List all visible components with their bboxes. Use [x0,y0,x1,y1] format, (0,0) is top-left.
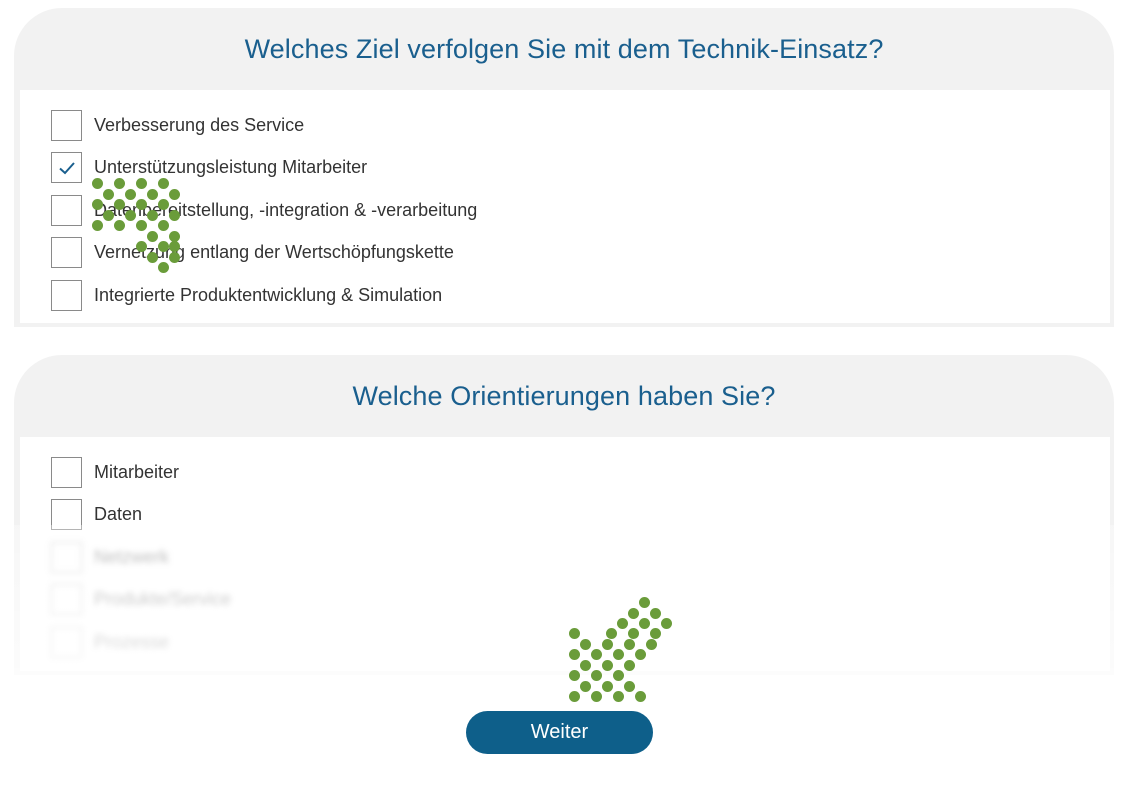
option-product-development[interactable]: Integrierte Produktentwicklung & Simulat… [20,274,1110,317]
option-label: Mitarbeiter [94,461,180,482]
option-netzwerk[interactable]: Netzwerk [20,536,1110,579]
option-label: Vernetzung entlang der Wertschöpfungsket… [94,242,454,263]
question-header: Welches Ziel verfolgen Sie mit dem Techn… [14,8,1114,90]
option-label: Datenbereitstellung, -integration & -ver… [94,199,478,220]
option-label: Netzwerk [94,546,170,567]
checkbox[interactable] [51,109,82,141]
checkmark-icon [58,162,75,175]
options-list: Mitarbeiter Daten Netzwerk Produkte/Serv… [20,437,1110,671]
decoration-dot [635,691,646,702]
question-card-goal: Welches Ziel verfolgen Sie mit dem Techn… [14,8,1114,327]
question-title: Welche Orientierungen haben Sie? [352,380,776,411]
decoration-dot [613,691,624,702]
option-label: Integrierte Produktentwicklung & Simulat… [94,284,443,305]
decoration-dot [602,680,613,692]
question-card-orientation: Welche Orientierungen haben Sie? Mitarbe… [14,355,1114,675]
checkbox[interactable] [51,541,82,573]
checkbox[interactable] [51,237,82,269]
checkbox[interactable] [51,499,82,531]
option-prozesse[interactable]: Prozesse [20,621,1110,664]
option-label: Unterstützungsleistung Mitarbeiter [94,157,368,178]
continue-button[interactable]: Weiter [466,711,653,754]
option-produkte-service[interactable]: Produkte/Service [20,579,1110,622]
decoration-dot [591,691,602,702]
option-networking[interactable]: Vernetzung entlang der Wertschöpfungsket… [20,232,1110,275]
option-mitarbeiter-support[interactable]: Unterstützungsleistung Mitarbeiter [20,147,1110,190]
checkbox[interactable] [51,194,82,226]
decoration-dot [569,691,580,702]
option-label: Produkte/Service [94,589,232,610]
option-daten[interactable]: Daten [20,494,1110,537]
checkbox[interactable] [51,279,82,311]
option-service[interactable]: Verbesserung des Service [20,104,1110,147]
decoration-dot [624,680,635,692]
option-label: Daten [94,504,143,525]
checkbox[interactable] [51,456,82,488]
question-header: Welche Orientierungen haben Sie? [14,355,1114,437]
checkbox[interactable] [51,584,82,616]
checkbox-checked[interactable] [51,152,82,184]
option-label: Prozesse [94,631,170,652]
options-list: Verbesserung des Service Unterstützungsl… [20,90,1110,323]
decoration-dot [580,680,591,692]
option-data-provision[interactable]: Datenbereitstellung, -integration & -ver… [20,189,1110,232]
checkbox[interactable] [51,626,82,658]
question-title: Welches Ziel verfolgen Sie mit dem Techn… [244,33,884,64]
option-mitarbeiter[interactable]: Mitarbeiter [20,451,1110,494]
option-label: Verbesserung des Service [94,114,305,135]
